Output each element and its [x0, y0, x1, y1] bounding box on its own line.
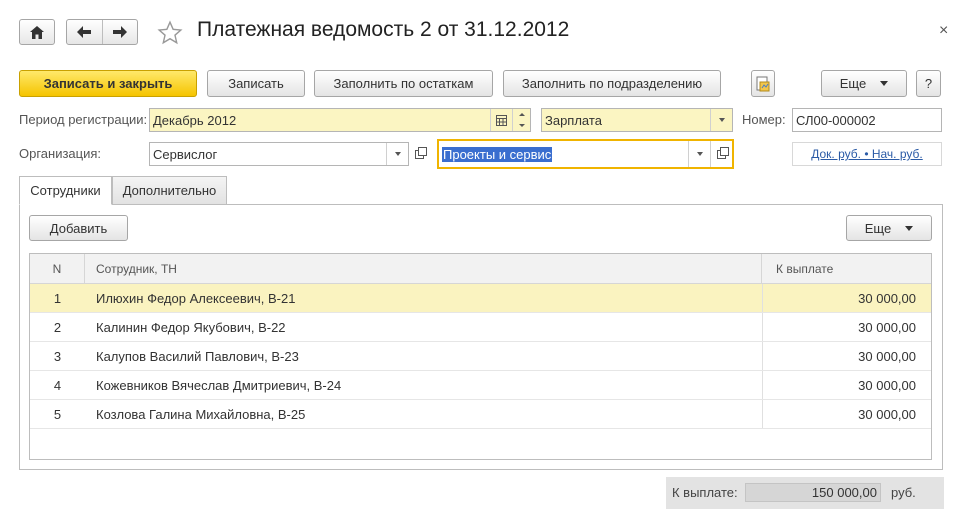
number-value: СЛ00-000002	[796, 112, 876, 128]
add-button[interactable]: Добавить	[29, 215, 128, 241]
organization-value: Сервислог	[153, 146, 218, 162]
close-icon[interactable]: ×	[939, 22, 948, 40]
department-value: Проекты и сервис	[442, 146, 553, 162]
stepper-up-icon[interactable]	[513, 109, 530, 120]
save-and-close-button[interactable]: Записать и закрыть	[19, 70, 197, 97]
fill-by-balances-button[interactable]: Заполнить по остаткам	[314, 70, 493, 97]
forward-button[interactable]	[103, 20, 138, 44]
chevron-down-icon	[905, 225, 914, 231]
dropdown-button[interactable]	[386, 143, 408, 165]
dropdown-button[interactable]	[688, 141, 710, 167]
currency-link[interactable]: Док. руб. • Нач. руб.	[792, 142, 942, 166]
row-number: 1	[53, 290, 62, 306]
table-header: N Сотрудник, ТН К выплате	[30, 254, 931, 284]
chevron-down-icon	[718, 118, 725, 122]
column-header-employee[interactable]: Сотрудник, ТН	[85, 254, 762, 283]
favorite-star-button[interactable]	[157, 20, 183, 46]
row-number: 3	[53, 348, 62, 364]
table-row[interactable]: 1 Илюхин Федор Алексеевич, В-21 30 000,00	[30, 284, 931, 313]
column-header-amount[interactable]: К выплате	[762, 254, 931, 283]
row-number: 5	[53, 406, 62, 422]
help-button[interactable]: ?	[916, 70, 941, 97]
arrow-right-icon	[112, 26, 127, 38]
amount-cell: 30 000,00	[858, 377, 916, 393]
back-button[interactable]	[67, 20, 103, 44]
employee-cell: Илюхин Федор Алексеевич, В-21	[96, 290, 296, 306]
employee-cell: Калинин Федор Якубович, В-22	[96, 319, 286, 335]
accrual-type-select[interactable]: Зарплата	[541, 108, 733, 132]
fill-by-department-button[interactable]: Заполнить по подразделению	[503, 70, 721, 97]
report-button[interactable]	[751, 70, 775, 97]
period-value: Декабрь 2012	[153, 112, 237, 128]
open-organization-button[interactable]	[410, 142, 428, 166]
page-title: Платежная ведомость 2 от 31.12.2012	[197, 18, 570, 41]
star-icon	[157, 20, 183, 45]
calendar-button[interactable]	[490, 109, 512, 131]
period-field[interactable]: Декабрь 2012	[149, 108, 531, 132]
more-label: Еще	[864, 220, 892, 236]
chevron-down-icon	[394, 152, 401, 156]
document-report-icon	[756, 76, 770, 91]
column-header-n[interactable]: N	[30, 254, 85, 283]
chevron-down-icon	[696, 152, 703, 156]
amount-cell: 30 000,00	[858, 406, 916, 422]
home-button[interactable]	[19, 19, 55, 45]
row-number: 2	[53, 319, 62, 335]
tab-employees[interactable]: Сотрудники	[19, 176, 112, 205]
total-value: 150 000,00	[745, 483, 881, 502]
tab-additional[interactable]: Дополнительно	[112, 176, 227, 205]
total-currency: руб.	[891, 485, 916, 500]
table-row[interactable]: 2 Калинин Федор Якубович, В-22 30 000,00	[30, 313, 931, 342]
period-label: Период регистрации:	[19, 112, 148, 127]
total-bar: К выплате: 150 000,00 руб.	[666, 477, 944, 509]
open-window-icon	[414, 146, 427, 159]
employee-cell: Калупов Василий Павлович, В-23	[96, 348, 299, 364]
employees-table[interactable]: N Сотрудник, ТН К выплате 1 Илюхин Федор …	[29, 253, 932, 460]
accrual-type-value: Зарплата	[545, 112, 602, 128]
organization-label: Организация:	[19, 146, 102, 161]
department-field[interactable]: Проекты и сервис	[437, 139, 734, 169]
open-department-button[interactable]	[710, 141, 732, 167]
organization-field[interactable]: Сервислог	[149, 142, 409, 166]
table-row[interactable]: 5 Козлова Галина Михайловна, В-25 30 000,0…	[30, 400, 931, 429]
chevron-down-icon	[880, 81, 889, 86]
table-more-button[interactable]: Еще	[846, 215, 932, 241]
number-label: Номер:	[742, 112, 786, 127]
employee-cell: Козлова Галина Михайловна, В-25	[96, 406, 306, 422]
table-row[interactable]: 4 Кожевников Вячеслав Дмитриевич, В-24 30 …	[30, 371, 931, 400]
more-label: Еще	[839, 76, 867, 91]
more-menu-button[interactable]: Еще	[821, 70, 907, 97]
number-field[interactable]: СЛ00-000002	[792, 108, 942, 132]
home-icon	[30, 25, 44, 39]
period-stepper[interactable]	[512, 109, 530, 131]
amount-cell: 30 000,00	[858, 319, 916, 335]
amount-cell: 30 000,00	[858, 348, 916, 364]
dropdown-button[interactable]	[710, 109, 732, 131]
amount-cell: 30 000,00	[858, 290, 916, 306]
total-label: К выплате:	[672, 485, 738, 500]
arrow-left-icon	[77, 26, 92, 38]
stepper-down-icon[interactable]	[513, 120, 530, 131]
table-row[interactable]: 3 Калупов Василий Павлович, В-23 30 000,00	[30, 342, 931, 371]
open-window-icon	[717, 146, 729, 159]
save-button[interactable]: Записать	[207, 70, 305, 97]
nav-group	[66, 19, 138, 45]
employee-cell: Кожевников Вячеслав Дмитриевич, В-24	[96, 377, 342, 393]
row-number: 4	[53, 377, 62, 393]
calendar-icon	[496, 114, 507, 126]
